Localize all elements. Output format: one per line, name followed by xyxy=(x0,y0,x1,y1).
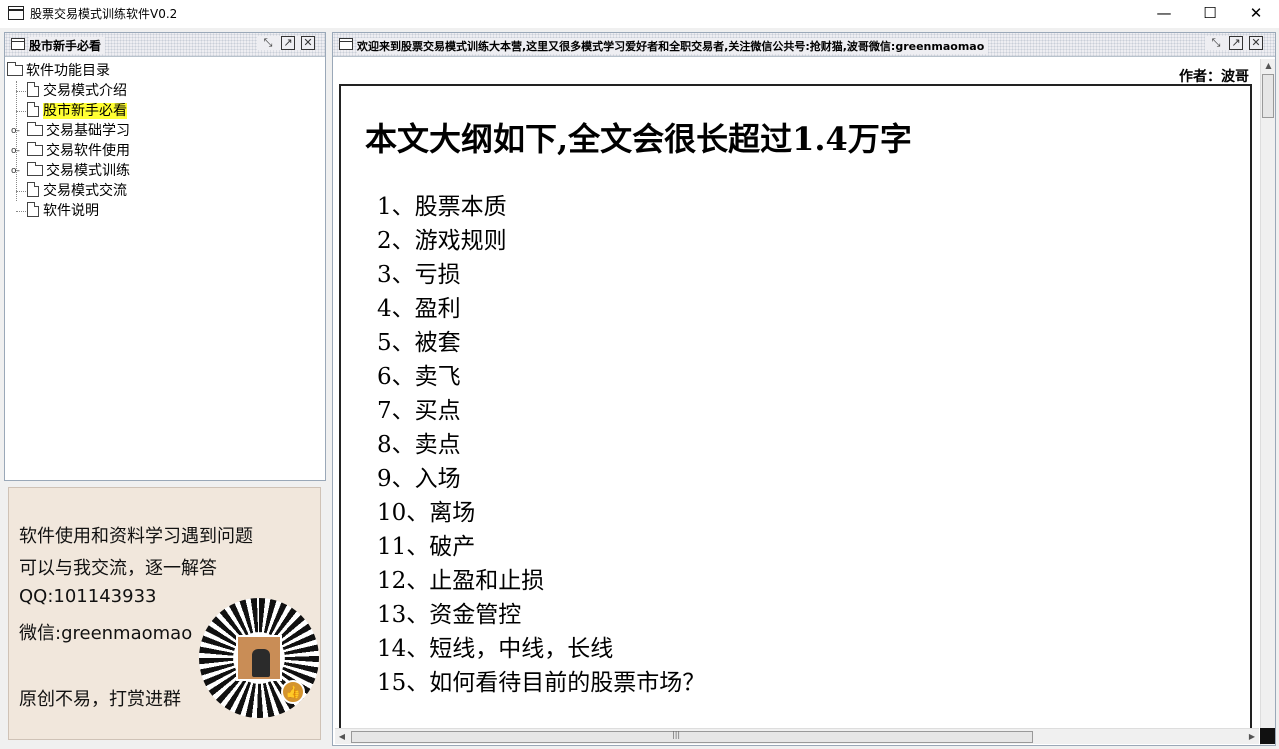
folder-icon xyxy=(27,162,43,176)
expand-icon[interactable]: o- xyxy=(11,141,20,161)
function-tree: 软件功能目录 交易模式介绍 股市新手必看 o- 交易基础学习 o- 交易软件使用… xyxy=(7,61,323,221)
minimize-pane-icon[interactable]: ⤡ xyxy=(261,36,275,50)
expand-icon[interactable]: o- xyxy=(11,161,20,181)
horizontal-scrollbar[interactable]: ◀ ||| ▶ xyxy=(335,728,1259,744)
article-heading: 本文大纲如下,全文会很长超过1.4万字 xyxy=(365,120,912,158)
tree-item-label: 交易模式介绍 xyxy=(43,83,127,99)
outline-item: 7、买点 xyxy=(377,398,461,424)
info-line: 原创不易，打赏进群 xyxy=(19,689,181,710)
vertical-scrollbar[interactable]: ▲ ▼ xyxy=(1260,59,1275,745)
qq-number: QQ:101143933 xyxy=(19,586,157,607)
tree-item-label: 交易基础学习 xyxy=(46,123,130,139)
outline-item: 10、离场 xyxy=(377,500,476,526)
wechat-qr-code: 👍 xyxy=(199,598,319,718)
minimize-pane-icon[interactable]: ⤡ xyxy=(1209,36,1223,50)
scroll-up-icon[interactable]: ▲ xyxy=(1262,59,1275,73)
tree-item[interactable]: o- 交易软件使用 xyxy=(7,141,323,161)
outline-item: 4、盈利 xyxy=(377,296,461,322)
tree-item[interactable]: o- 交易基础学习 xyxy=(7,121,323,141)
left-panel-header: 股市新手必看 ⤡ ↗ ✕ xyxy=(5,33,325,57)
left-panel-title: 股市新手必看 xyxy=(29,37,106,54)
scrollbar-corner xyxy=(1260,728,1275,744)
tree-item-label: 交易软件使用 xyxy=(46,143,130,159)
tree-item-label: 软件说明 xyxy=(43,203,99,219)
tree-item[interactable]: 软件说明 xyxy=(7,201,323,221)
outline-item: 13、资金管控 xyxy=(377,602,522,628)
tree-root-label: 软件功能目录 xyxy=(26,63,110,79)
panel-window-icon xyxy=(339,38,353,50)
maximize-pane-icon[interactable]: ↗ xyxy=(1229,36,1243,50)
tree-item[interactable]: 交易模式交流 xyxy=(7,181,323,201)
document-icon xyxy=(27,82,39,97)
tree-item-label: 交易模式训练 xyxy=(46,163,130,179)
article-content: 本文大纲如下,全文会很长超过1.4万字 1、股票本质 2、游戏规则 3、亏损 4… xyxy=(339,84,1252,734)
folder-icon xyxy=(7,62,23,76)
tree-item-label: 股市新手必看 xyxy=(43,103,127,119)
tree-root[interactable]: 软件功能目录 xyxy=(7,61,323,81)
window-maximize-button[interactable]: ☐ xyxy=(1187,0,1233,28)
info-line: 软件使用和资料学习遇到问题 xyxy=(19,526,253,547)
right-panel-header: 欢迎来到股票交易模式训练大本营,这里又很多模式学习爱好者和全职交易者,关注微信公… xyxy=(333,33,1275,57)
panel-window-icon xyxy=(11,38,25,50)
thumbs-up-icon: 👍 xyxy=(281,680,305,704)
outline-item: 1、股票本质 xyxy=(377,194,507,220)
outline-item: 6、卖飞 xyxy=(377,364,461,390)
window-minimize-button[interactable]: — xyxy=(1141,0,1187,28)
document-icon xyxy=(27,182,39,197)
document-icon xyxy=(27,202,39,217)
vertical-scroll-thumb[interactable] xyxy=(1262,74,1274,118)
right-panel: 欢迎来到股票交易模式训练大本营,这里又很多模式学习爱好者和全职交易者,关注微信公… xyxy=(332,32,1276,746)
folder-icon xyxy=(27,142,43,156)
outline-item: 2、游戏规则 xyxy=(377,228,507,254)
window-title: 股票交易模式训练软件V0.2 xyxy=(30,7,178,21)
folder-icon xyxy=(27,122,43,136)
outline-item: 8、卖点 xyxy=(377,432,461,458)
info-line: 可以与我交流，逐一解答 xyxy=(19,558,217,579)
window-titlebar: 股票交易模式训练软件V0.2 — ☐ ✕ xyxy=(0,0,1279,28)
outline-item: 14、短线，中线，长线 xyxy=(377,636,614,662)
app-icon xyxy=(8,6,24,20)
contact-info-box: 软件使用和资料学习遇到问题 可以与我交流，逐一解答 QQ:101143933 微… xyxy=(8,487,321,740)
scroll-left-icon[interactable]: ◀ xyxy=(335,730,349,744)
close-pane-icon[interactable]: ✕ xyxy=(301,36,315,50)
scroll-grip-icon: ||| xyxy=(672,730,681,739)
tree-item-label: 交易模式交流 xyxy=(43,183,127,199)
outline-item: 15、如何看待目前的股票市场？ xyxy=(377,670,706,696)
tree-item[interactable]: o- 交易模式训练 xyxy=(7,161,323,181)
outline-item: 9、入场 xyxy=(377,466,461,492)
left-panel: 股市新手必看 ⤡ ↗ ✕ 软件功能目录 交易模式介绍 股市新手必看 o- 交易基… xyxy=(4,32,326,481)
outline-item: 3、亏损 xyxy=(377,262,461,288)
author-label: 作者：波哥 xyxy=(1179,69,1249,85)
window-close-button[interactable]: ✕ xyxy=(1233,0,1279,28)
article-outline: 1、股票本质 2、游戏规则 3、亏损 4、盈利 5、被套 6、卖飞 7、买点 8… xyxy=(377,190,705,700)
outline-item: 5、被套 xyxy=(377,330,461,356)
maximize-pane-icon[interactable]: ↗ xyxy=(281,36,295,50)
wechat-id: 微信:greenmaomao xyxy=(19,623,193,644)
expand-icon[interactable]: o- xyxy=(11,121,20,141)
scroll-right-icon[interactable]: ▶ xyxy=(1245,730,1259,744)
tree-item[interactable]: 交易模式介绍 xyxy=(7,81,323,101)
close-pane-icon[interactable]: ✕ xyxy=(1249,36,1263,50)
document-icon xyxy=(27,102,39,117)
qr-avatar xyxy=(236,635,282,681)
outline-item: 11、破产 xyxy=(377,534,476,560)
horizontal-scroll-thumb[interactable] xyxy=(351,731,1033,743)
right-panel-title: 欢迎来到股票交易模式训练大本营,这里又很多模式学习爱好者和全职交易者,关注微信公… xyxy=(357,38,989,54)
outline-item: 12、止盈和止损 xyxy=(377,568,545,594)
tree-item-selected[interactable]: 股市新手必看 xyxy=(7,101,323,121)
